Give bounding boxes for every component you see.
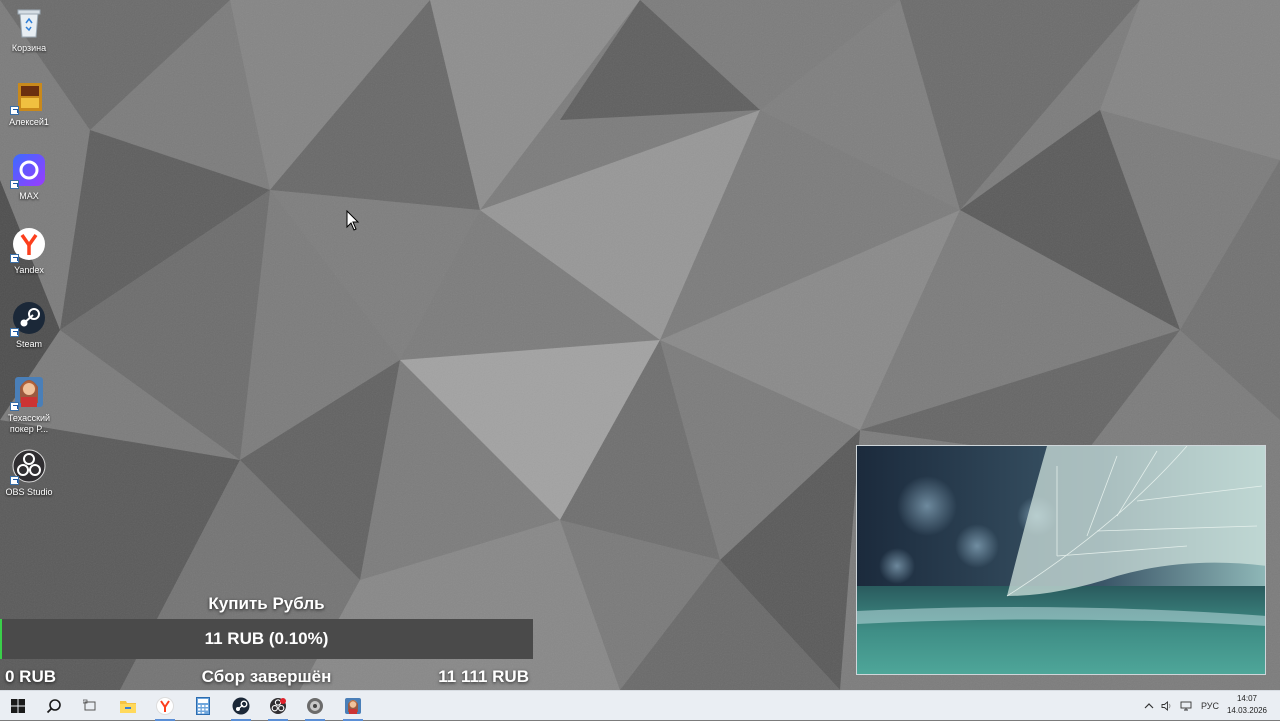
desktop-icon-steam[interactable]: Steam bbox=[0, 296, 58, 368]
max-messenger-icon bbox=[10, 153, 46, 189]
shortcut-arrow-icon bbox=[10, 476, 19, 485]
desktop-icon-label: Алексей1 bbox=[9, 117, 49, 127]
recycle-bin-icon bbox=[12, 5, 46, 39]
desktop-icon-poker[interactable]: Техасский покер Р... bbox=[0, 370, 58, 442]
network-button[interactable] bbox=[1177, 691, 1195, 721]
taskbar-poker-game[interactable] bbox=[335, 691, 371, 721]
taskbar-calculator[interactable] bbox=[185, 691, 221, 721]
desktop-icon-max[interactable]: MAX bbox=[0, 148, 58, 220]
goal-progress-text: 11 RUB (0.10%) bbox=[204, 629, 329, 648]
system-clock[interactable]: 14:07 14.03.2026 bbox=[1224, 693, 1270, 717]
leaf-water-image bbox=[857, 446, 1265, 674]
show-hidden-icons-button[interactable] bbox=[1140, 691, 1158, 721]
shortcut-arrow-icon bbox=[10, 402, 19, 411]
obs-recording-icon bbox=[270, 698, 286, 714]
search-button[interactable] bbox=[36, 691, 72, 721]
taskbar-steam[interactable] bbox=[223, 691, 259, 721]
obs-studio-icon bbox=[10, 449, 46, 485]
shortcut-arrow-icon bbox=[10, 254, 19, 263]
system-tray: РУС 14:07 14.03.2026 bbox=[1120, 691, 1280, 721]
start-button[interactable] bbox=[0, 691, 36, 721]
mouse-cursor-icon bbox=[346, 210, 360, 231]
language-indicator[interactable]: РУС bbox=[1197, 691, 1223, 721]
goal-max-value: 11 111 RUB bbox=[438, 667, 529, 686]
clock-time: 14:07 bbox=[1236, 694, 1258, 703]
app-icon bbox=[307, 698, 323, 714]
task-view-button[interactable] bbox=[72, 691, 108, 721]
donation-goal-widget: Купить Рубль 11 RUB (0.10%) 0 RUB Сбор з… bbox=[0, 588, 533, 690]
steam-icon bbox=[10, 301, 46, 337]
desktop-icon-label: Техасский покер Р... bbox=[7, 413, 51, 434]
search-icon bbox=[46, 699, 61, 714]
volume-button[interactable] bbox=[1158, 691, 1176, 721]
desktop-icon-label: MAX bbox=[19, 191, 39, 201]
goal-progress-bar: 11 RUB (0.10%) bbox=[0, 619, 533, 659]
taskbar-yandex-browser[interactable] bbox=[147, 691, 183, 721]
game-shortcut-icon bbox=[10, 79, 46, 115]
clock-date: 14.03.2026 bbox=[1226, 706, 1268, 715]
yandex-browser-icon bbox=[156, 697, 174, 715]
desktop-icon-label: Корзина bbox=[11, 43, 47, 53]
taskbar: РУС 14:07 14.03.2026 bbox=[0, 690, 1280, 721]
task-view-icon bbox=[83, 699, 96, 711]
volume-icon bbox=[1161, 701, 1171, 711]
shortcut-arrow-icon bbox=[10, 180, 19, 189]
shortcut-arrow-icon bbox=[10, 106, 19, 115]
poker-game-icon bbox=[10, 375, 46, 411]
desktop-icon-obs[interactable]: OBS Studio bbox=[0, 444, 58, 516]
desktop-icon-label: Steam bbox=[15, 339, 42, 349]
network-icon bbox=[1180, 701, 1192, 711]
yandex-browser-icon bbox=[10, 227, 46, 263]
file-explorer-icon bbox=[120, 701, 136, 713]
shortcut-arrow-icon bbox=[10, 328, 19, 337]
desktop-icon-label: OBS Studio bbox=[5, 487, 53, 497]
calculator-icon bbox=[196, 697, 210, 715]
start-icon bbox=[11, 699, 25, 713]
desktop-icon-game-shortcut[interactable]: Алексей1 bbox=[0, 74, 58, 146]
goal-title: Купить Рубль bbox=[208, 594, 325, 613]
desktop-icon-label: Yandex bbox=[14, 265, 44, 275]
taskbar-app[interactable] bbox=[297, 691, 333, 721]
chevron-up-icon bbox=[1144, 703, 1154, 709]
taskbar-obs-recording[interactable] bbox=[260, 691, 296, 721]
desktop-icon-recycle-bin[interactable]: Корзина bbox=[0, 0, 58, 72]
taskbar-file-explorer[interactable] bbox=[110, 691, 146, 721]
desktop-icon-yandex[interactable]: Yandex bbox=[0, 222, 58, 294]
poker-game-icon bbox=[345, 698, 361, 714]
image-overlay bbox=[856, 445, 1266, 675]
steam-icon bbox=[232, 697, 250, 715]
